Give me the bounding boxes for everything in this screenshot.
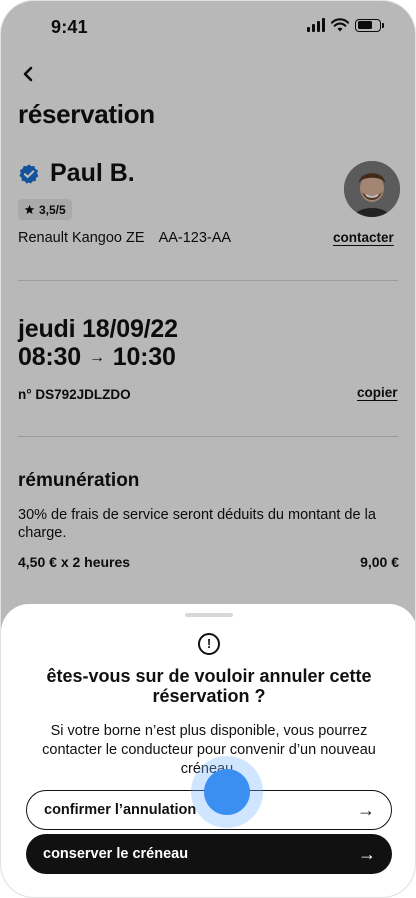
phone-frame: 9:41 réservation Paul B. 3,5/5 Renault K… [0,0,416,898]
arrow-right-icon: → [357,800,375,820]
alert-circle-icon: ! [198,633,220,655]
reservation-screen: 9:41 réservation Paul B. 3,5/5 Renault K… [1,1,415,897]
cancel-confirmation-sheet: ! êtes-vous sur de vouloir annuler cette… [1,604,415,897]
keep-slot-label: conserver le créneau [43,846,189,862]
arrow-right-icon: → [358,844,376,864]
touch-indicator [191,756,263,828]
confirm-cancel-label: confirmer l’annulation [44,802,197,818]
sheet-handle[interactable] [185,613,233,617]
keep-slot-button[interactable]: conserver le créneau → [26,834,392,874]
sheet-title: êtes-vous sur de vouloir annuler cette r… [46,666,372,706]
